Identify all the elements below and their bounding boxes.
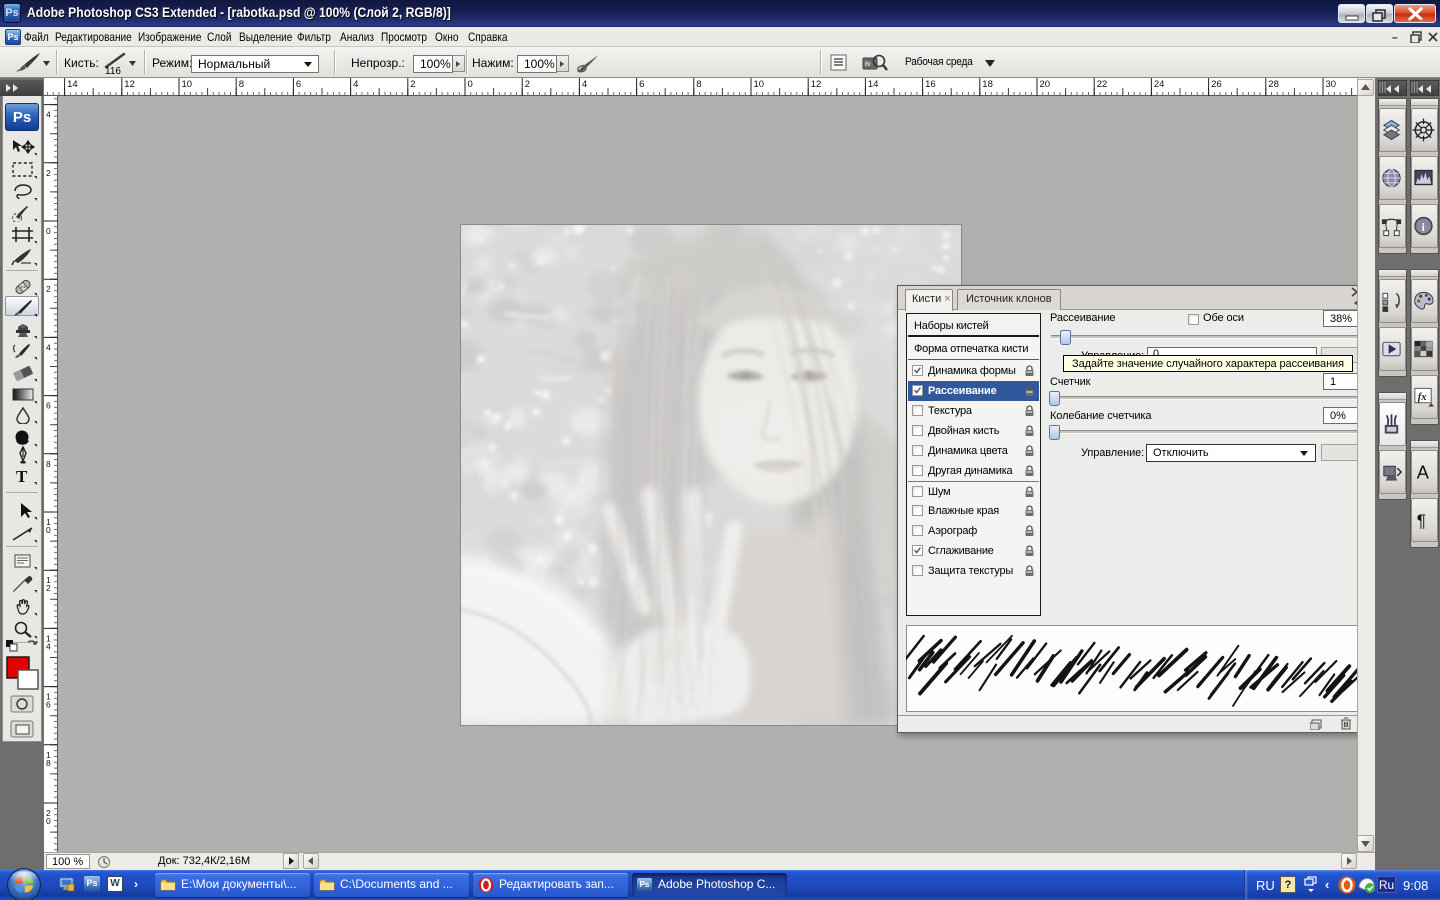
svg-text:8: 8 — [46, 459, 51, 469]
svg-text:2: 2 — [46, 284, 51, 294]
svg-text:26: 26 — [1211, 79, 1222, 90]
svg-text:4: 4 — [46, 342, 51, 352]
svg-text:12: 12 — [811, 79, 822, 90]
svg-text:8: 8 — [239, 79, 244, 90]
svg-text:0: 0 — [468, 79, 473, 90]
svg-text:4: 4 — [46, 641, 51, 651]
svg-text:24: 24 — [1154, 79, 1165, 90]
svg-text:30: 30 — [1326, 79, 1337, 90]
svg-text:4: 4 — [46, 110, 51, 120]
svg-text:20: 20 — [1040, 79, 1051, 90]
svg-text:4: 4 — [353, 79, 358, 90]
svg-text:12: 12 — [124, 79, 135, 90]
svg-text:6: 6 — [639, 79, 644, 90]
svg-text:¶: ¶ — [1417, 511, 1426, 531]
svg-text:8: 8 — [696, 79, 701, 90]
svg-text:6: 6 — [296, 79, 301, 90]
svg-text:6: 6 — [46, 700, 51, 710]
svg-text:8: 8 — [46, 758, 51, 768]
svg-text:22: 22 — [1097, 79, 1108, 90]
svg-text:2: 2 — [525, 79, 530, 90]
svg-text:16: 16 — [925, 79, 936, 90]
svg-text:18: 18 — [982, 79, 993, 90]
svg-text:14: 14 — [67, 79, 78, 90]
svg-text:2: 2 — [46, 168, 51, 178]
svg-text:2: 2 — [410, 79, 415, 90]
svg-text:0: 0 — [46, 816, 51, 826]
svg-text:6: 6 — [46, 401, 51, 411]
svg-text:Br: Br — [865, 62, 871, 68]
svg-text:28: 28 — [1268, 79, 1279, 90]
svg-text:10: 10 — [754, 79, 765, 90]
svg-text:0: 0 — [46, 226, 51, 236]
svg-text:A: A — [1417, 463, 1430, 483]
svg-text:10: 10 — [182, 79, 193, 90]
svg-text:0: 0 — [46, 525, 51, 535]
svg-text:4: 4 — [582, 79, 587, 90]
svg-text:fx: fx — [1418, 392, 1428, 403]
svg-text:14: 14 — [868, 79, 879, 90]
svg-text:T: T — [16, 467, 28, 485]
svg-text:2: 2 — [46, 583, 51, 593]
